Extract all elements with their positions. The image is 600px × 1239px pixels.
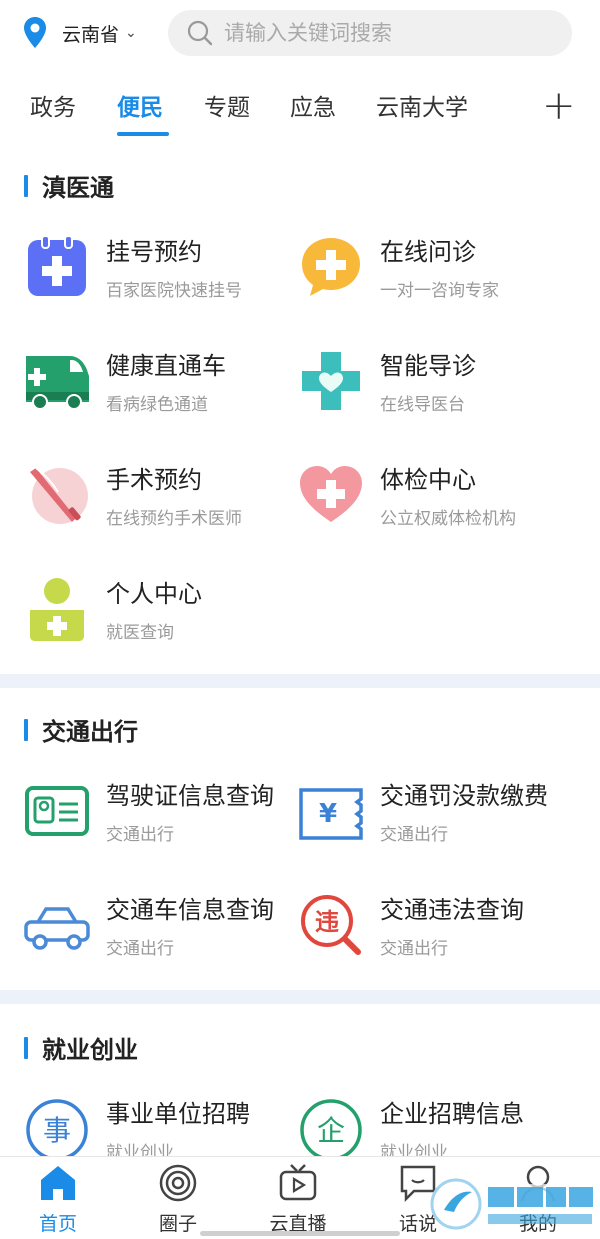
active-tab-indicator — [117, 132, 169, 136]
section-divider — [0, 674, 600, 688]
driver-license-icon — [25, 786, 89, 836]
service-subtitle: 交通出行 — [380, 939, 448, 959]
service-title: 健康直通车 — [106, 352, 226, 380]
section-title-traffic: 交通出行 — [0, 712, 138, 747]
section-title-text: 滇医通 — [42, 174, 114, 202]
section-title-medical: 滇医通 — [0, 168, 114, 203]
svg-text:事: 事 — [43, 1114, 71, 1147]
service-title: 智能导诊 — [380, 352, 476, 380]
service-title: 挂号预约 — [106, 238, 202, 266]
service-subtitle: 一对一咨询专家 — [380, 281, 499, 301]
heart-cross-icon — [300, 466, 362, 522]
service-subtitle: 就医查询 — [106, 623, 174, 643]
nav-home[interactable]: 首页 — [8, 1163, 108, 1236]
service-subtitle: 交通出行 — [106, 825, 174, 845]
svg-text:企: 企 — [317, 1114, 345, 1147]
nav-label: 首页 — [38, 1213, 77, 1235]
service-title: 交通违法查询 — [380, 896, 524, 924]
medical-cross-heart-icon — [302, 352, 360, 410]
service-title: 体检中心 — [380, 466, 476, 494]
service-subtitle: 交通出行 — [106, 939, 174, 959]
tab-emergency[interactable]: 应急 — [290, 88, 336, 122]
search-input[interactable] — [224, 21, 554, 45]
circle-target-icon — [159, 1164, 197, 1202]
nav-live[interactable]: 云直播 — [248, 1163, 348, 1236]
svg-text:违: 违 — [315, 908, 339, 936]
section-title-jobs: 就业创业 — [0, 1030, 138, 1065]
tab-topics[interactable]: 专题 — [204, 88, 250, 122]
site-watermark-logo — [430, 1178, 596, 1230]
service-title: 交通车信息查询 — [106, 896, 274, 924]
location-name: 云南省 — [62, 23, 120, 46]
service-surgery-booking[interactable]: 手术预约 在线预约手术医师 — [24, 462, 314, 562]
section-title-text: 交通出行 — [42, 718, 138, 746]
service-title: 在线问诊 — [380, 238, 476, 266]
scalpel-icon — [30, 467, 88, 524]
service-checkup-center[interactable]: 体检中心 公立权威体检机构 — [298, 462, 588, 562]
service-title: 个人中心 — [106, 580, 202, 608]
service-license-query[interactable]: 驾驶证信息查询 交通出行 — [24, 778, 314, 878]
add-tab-icon[interactable]: + — [542, 84, 576, 128]
tab-yunnan-university[interactable]: 云南大学 — [376, 88, 468, 122]
service-title: 企业招聘信息 — [380, 1100, 524, 1128]
service-fine-payment[interactable]: ¥ 交通罚没款缴费 交通出行 — [298, 778, 588, 878]
online-consult-icon — [302, 238, 360, 296]
service-registration[interactable]: 挂号预约 百家医院快速挂号 — [24, 234, 314, 334]
service-vehicle-query[interactable]: 交通车信息查询 交通出行 — [24, 892, 314, 992]
car-icon — [24, 907, 90, 950]
tab-convenience[interactable]: 便民 — [117, 88, 163, 122]
service-subtitle: 交通出行 — [380, 825, 448, 845]
service-subtitle: 百家医院快速挂号 — [106, 281, 242, 301]
service-personal-center[interactable]: 个人中心 就医查询 — [24, 576, 314, 676]
location-selector[interactable]: 云南省 ⌄ — [22, 16, 162, 50]
category-tabs: 政务 便民 专题 应急 云南大学 + — [0, 80, 600, 138]
tv-play-icon — [279, 1164, 317, 1201]
fine-ticket-icon: ¥ — [299, 788, 363, 840]
user-medical-icon — [30, 578, 84, 641]
service-subtitle: 在线导医台 — [380, 395, 465, 415]
violation-search-icon: 违 — [301, 895, 361, 955]
svg-text:¥: ¥ — [319, 799, 337, 829]
section-divider — [0, 990, 600, 1004]
section-accent-bar — [24, 174, 28, 197]
gesture-home-indicator — [200, 1231, 400, 1236]
service-smart-guide[interactable]: 智能导诊 在线导医台 — [298, 348, 588, 448]
service-title: 驾驶证信息查询 — [106, 782, 274, 810]
public-job-icon: 事 — [26, 1099, 88, 1161]
top-bar: 云南省 ⌄ — [0, 0, 600, 66]
service-online-consult[interactable]: 在线问诊 一对一咨询专家 — [298, 234, 588, 334]
service-health-express[interactable]: 健康直通车 看病绿色通道 — [24, 348, 314, 448]
search-icon — [187, 20, 213, 46]
section-title-text: 就业创业 — [42, 1036, 138, 1064]
registration-icon — [28, 235, 86, 296]
search-box[interactable] — [168, 10, 572, 56]
nav-circle[interactable]: 圈子 — [128, 1163, 228, 1236]
service-subtitle: 看病绿色通道 — [106, 395, 208, 415]
service-subtitle: 在线预约手术医师 — [106, 509, 242, 529]
ambulance-icon — [26, 356, 89, 410]
chevron-down-icon: ⌄ — [125, 25, 137, 41]
service-title: 事业单位招聘 — [106, 1100, 250, 1128]
location-pin-icon — [24, 17, 46, 48]
service-title: 交通罚没款缴费 — [380, 782, 548, 810]
service-subtitle: 公立权威体检机构 — [380, 509, 516, 529]
company-job-icon: 企 — [300, 1099, 362, 1161]
tab-overflow-fade — [500, 80, 540, 138]
service-title: 手术预约 — [106, 466, 202, 494]
section-accent-bar — [24, 1036, 28, 1059]
section-accent-bar — [24, 718, 28, 741]
home-icon — [41, 1166, 75, 1200]
service-violation-query[interactable]: 违 交通违法查询 交通出行 — [298, 892, 588, 992]
tab-government[interactable]: 政务 — [30, 88, 76, 122]
